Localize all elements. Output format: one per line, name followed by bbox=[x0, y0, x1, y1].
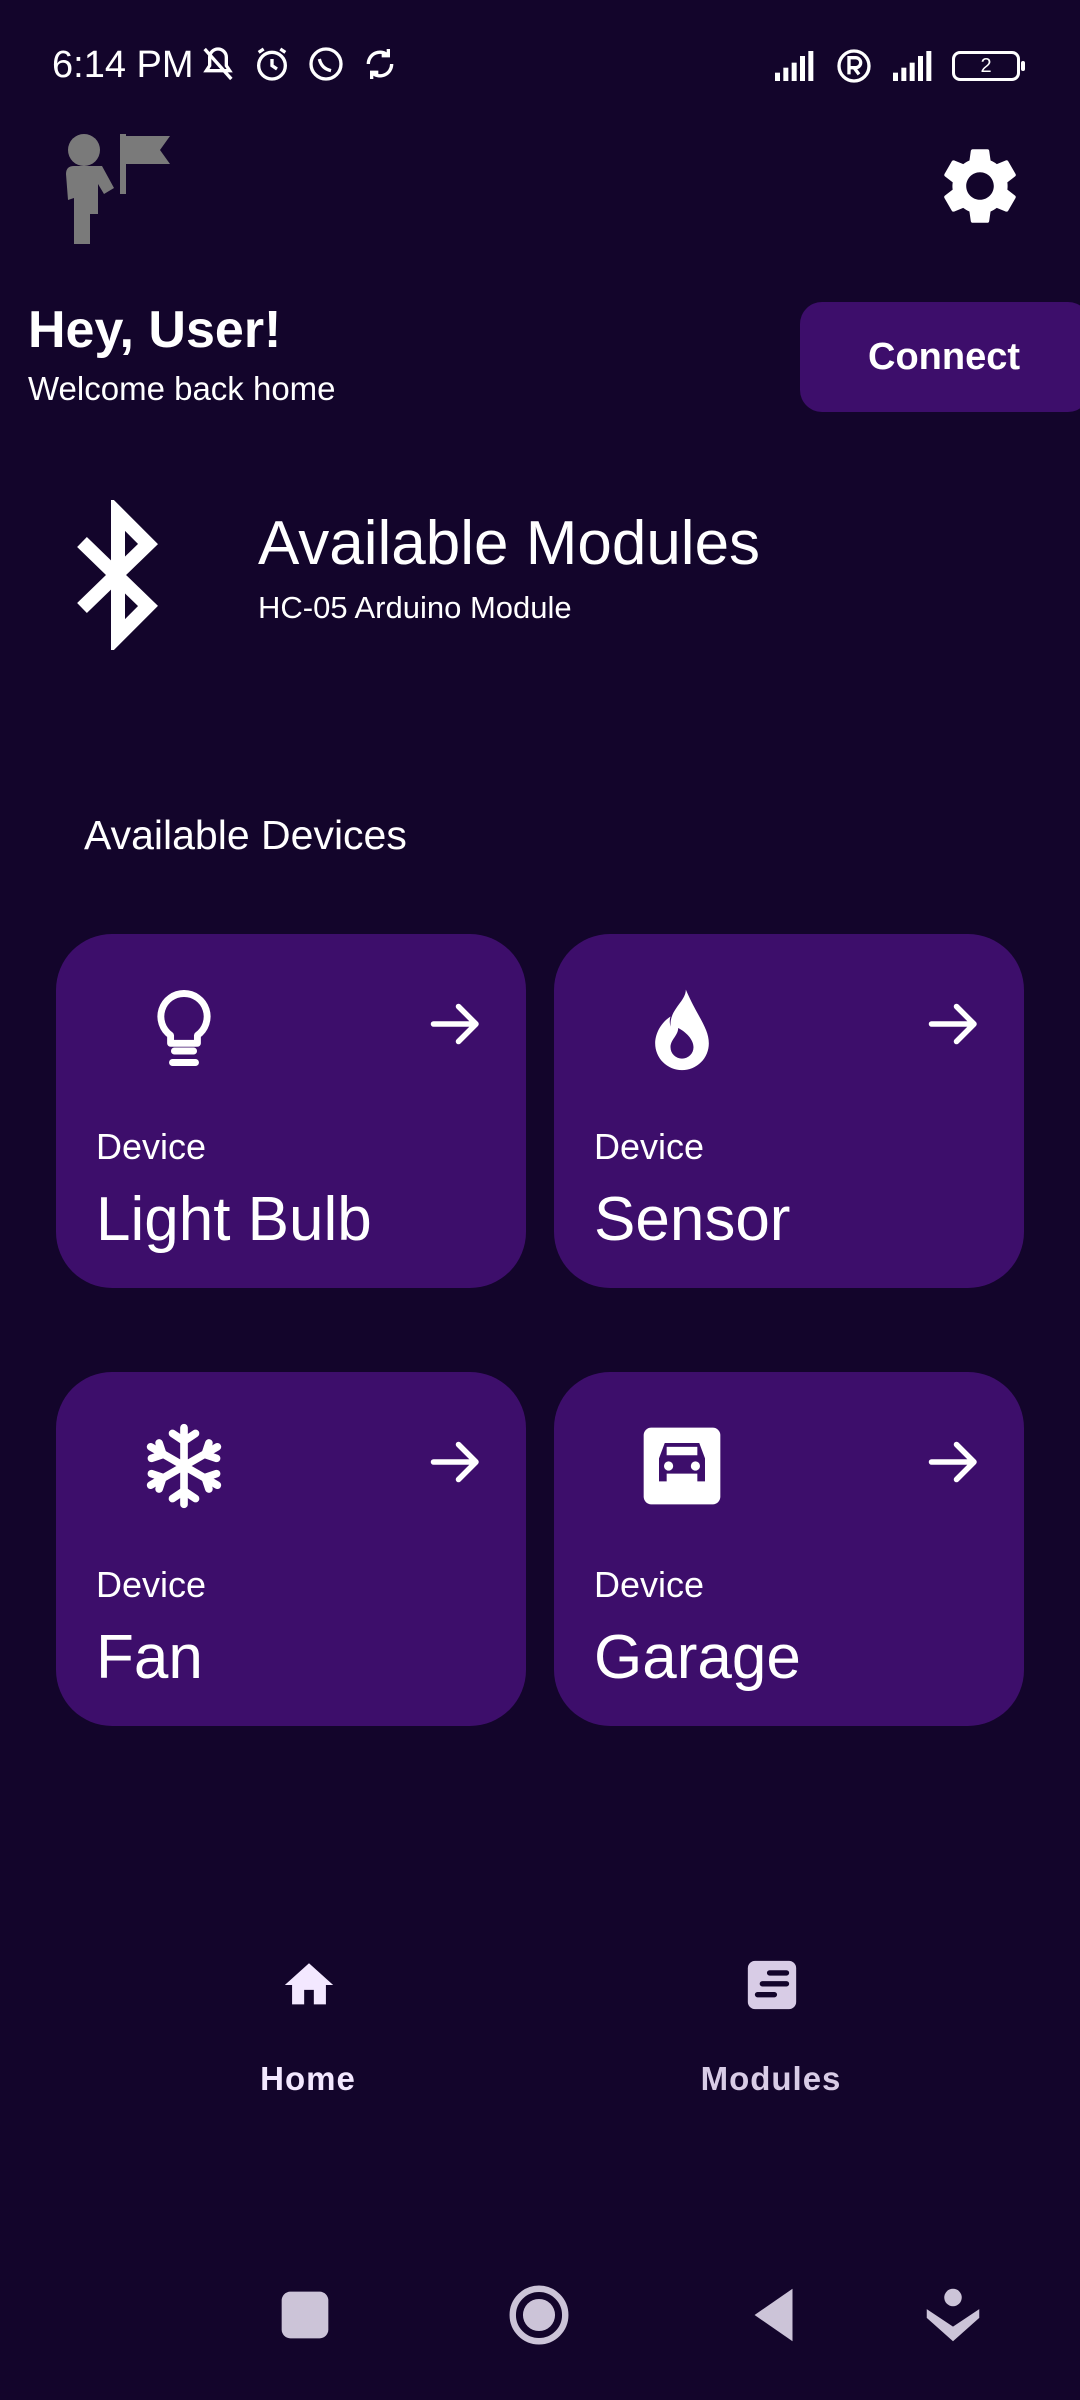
notes-icon bbox=[747, 1960, 797, 2010]
user-avatar-icon bbox=[66, 134, 170, 244]
alarm-icon bbox=[257, 47, 287, 81]
bottom-navigation: Home Modules bbox=[0, 1920, 1080, 2120]
nav-label-home: Home bbox=[260, 2060, 356, 2097]
signal-icon bbox=[775, 51, 814, 81]
device-kind-label: Device bbox=[96, 1564, 207, 1605]
arrow-right-icon bbox=[430, 1003, 479, 1045]
lightbulb-icon bbox=[157, 990, 211, 1066]
signal-icon-2 bbox=[893, 51, 932, 81]
recents-icon[interactable] bbox=[270, 2280, 340, 2350]
sync-icon bbox=[366, 49, 394, 79]
status-bar: 6:14 PM 2 bbox=[0, 0, 1080, 130]
greeting-title: Hey, User! bbox=[28, 301, 282, 359]
back-triangle-icon[interactable] bbox=[740, 2280, 810, 2350]
device-name: Light Bulb bbox=[96, 1185, 372, 1254]
nav-label-modules: Modules bbox=[700, 2060, 842, 2097]
muted-bell-icon bbox=[203, 47, 233, 81]
device-name: Sensor bbox=[594, 1185, 791, 1254]
roaming-icon bbox=[837, 49, 871, 83]
connect-button[interactable]: Connect bbox=[800, 302, 1080, 412]
device-card-sensor[interactable]: Device Sensor bbox=[554, 934, 1024, 1288]
status-time: 6:14 PM bbox=[52, 44, 194, 86]
modules-title: Available Modules bbox=[258, 509, 761, 578]
arrow-right-icon bbox=[430, 1441, 479, 1483]
modules-subtitle: HC-05 Arduino Module bbox=[258, 590, 572, 625]
battery-icon: 2 bbox=[952, 51, 1025, 81]
device-card-garage[interactable]: Device Garage bbox=[554, 1372, 1024, 1726]
status-icons-left bbox=[198, 44, 400, 84]
device-kind-label: Device bbox=[594, 1564, 705, 1605]
devices-heading: Available Devices bbox=[84, 812, 407, 858]
device-name: Garage bbox=[594, 1623, 801, 1692]
nav-item-home[interactable]: Home bbox=[158, 1920, 458, 2120]
greeting-subtitle: Welcome back home bbox=[28, 370, 336, 407]
home-icon bbox=[284, 1963, 334, 2005]
home-circle-icon[interactable] bbox=[504, 2280, 574, 2350]
device-kind-label: Device bbox=[96, 1126, 207, 1167]
flame-icon bbox=[655, 989, 709, 1071]
device-kind-label: Device bbox=[594, 1126, 705, 1167]
car-icon bbox=[643, 1427, 721, 1505]
status-icons-right: 2 bbox=[770, 46, 1025, 86]
whatsapp-icon bbox=[309, 47, 343, 81]
assistant-icon[interactable] bbox=[918, 2280, 988, 2350]
arrow-right-icon bbox=[928, 1003, 977, 1045]
settings-gear-icon[interactable] bbox=[934, 140, 1026, 232]
nav-item-modules[interactable]: Modules bbox=[621, 1920, 921, 2120]
bluetooth-icon bbox=[77, 500, 158, 650]
device-name: Fan bbox=[96, 1623, 203, 1692]
battery-level: 2 bbox=[980, 55, 992, 77]
arrow-right-icon bbox=[928, 1441, 977, 1483]
system-navigation-bar bbox=[0, 2280, 1080, 2390]
device-card-light-bulb[interactable]: Device Light Bulb bbox=[56, 934, 526, 1288]
snowflake-icon bbox=[146, 1423, 222, 1509]
device-card-fan[interactable]: Device Fan bbox=[56, 1372, 526, 1726]
